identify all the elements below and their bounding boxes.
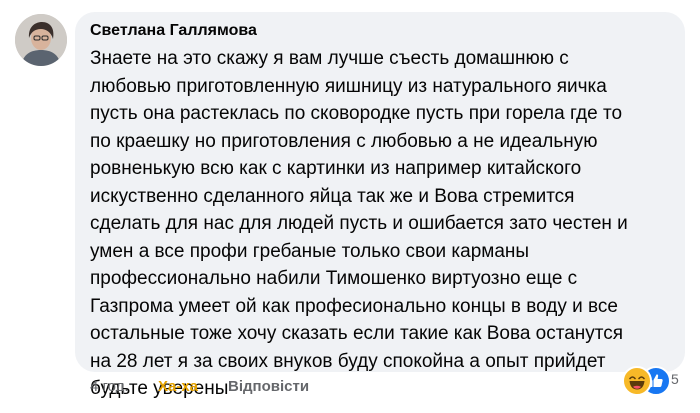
reply-button[interactable]: Відповісти bbox=[228, 378, 309, 395]
comment-text-line: сделать для нас для людей пусть и ошибае… bbox=[90, 213, 628, 234]
user-photo-icon bbox=[15, 14, 67, 66]
reaction-count: 5 bbox=[671, 371, 679, 387]
avatar[interactable] bbox=[15, 14, 67, 66]
author-name[interactable]: Светлана Галлямова bbox=[90, 22, 257, 40]
comment-text-line: искуственно сделанного яйца так же и Вов… bbox=[90, 185, 575, 207]
comment-bubble: Светлана Галлямова Знаете на это скажу я… bbox=[75, 12, 685, 399]
comment-text-line: остальные тоже хочу сказать если такие к… bbox=[90, 323, 624, 344]
reaction-button[interactable]: Ха-ха bbox=[158, 378, 198, 395]
comment-text-line: Газпрома умеет ой как професионально кон… bbox=[90, 295, 618, 317]
comment-text-line: Знаете на это скажу я вам лучше съесть д… bbox=[90, 48, 569, 69]
comment-text-line: умен а все профи гребаные только свои ка… bbox=[90, 240, 530, 262]
comment: Светлана Галлямова Знаете на это скажу я… bbox=[0, 0, 700, 413]
comment-text-line: профессионально набили Тимошенко виртуоз… bbox=[90, 268, 578, 289]
comment-text: Знаете на это скажу я вам лучше съесть д… bbox=[90, 45, 682, 403]
haha-emoji-icon bbox=[622, 366, 652, 396]
comment-text-line: на 28 лет я за своих внуков буду спокойн… bbox=[90, 350, 606, 372]
comment-text-line: пусть она растеклась по сковородке пусть… bbox=[90, 103, 623, 124]
comment-text-line: ровненькую всю как с картинки из наприме… bbox=[90, 158, 582, 179]
timestamp-link[interactable]: 4 год. bbox=[90, 378, 129, 395]
comment-text-line: любовью приготовленную яишницу из натура… bbox=[90, 75, 607, 97]
comment-text-line: по краешку но приготовления с любовью а … bbox=[90, 130, 598, 152]
